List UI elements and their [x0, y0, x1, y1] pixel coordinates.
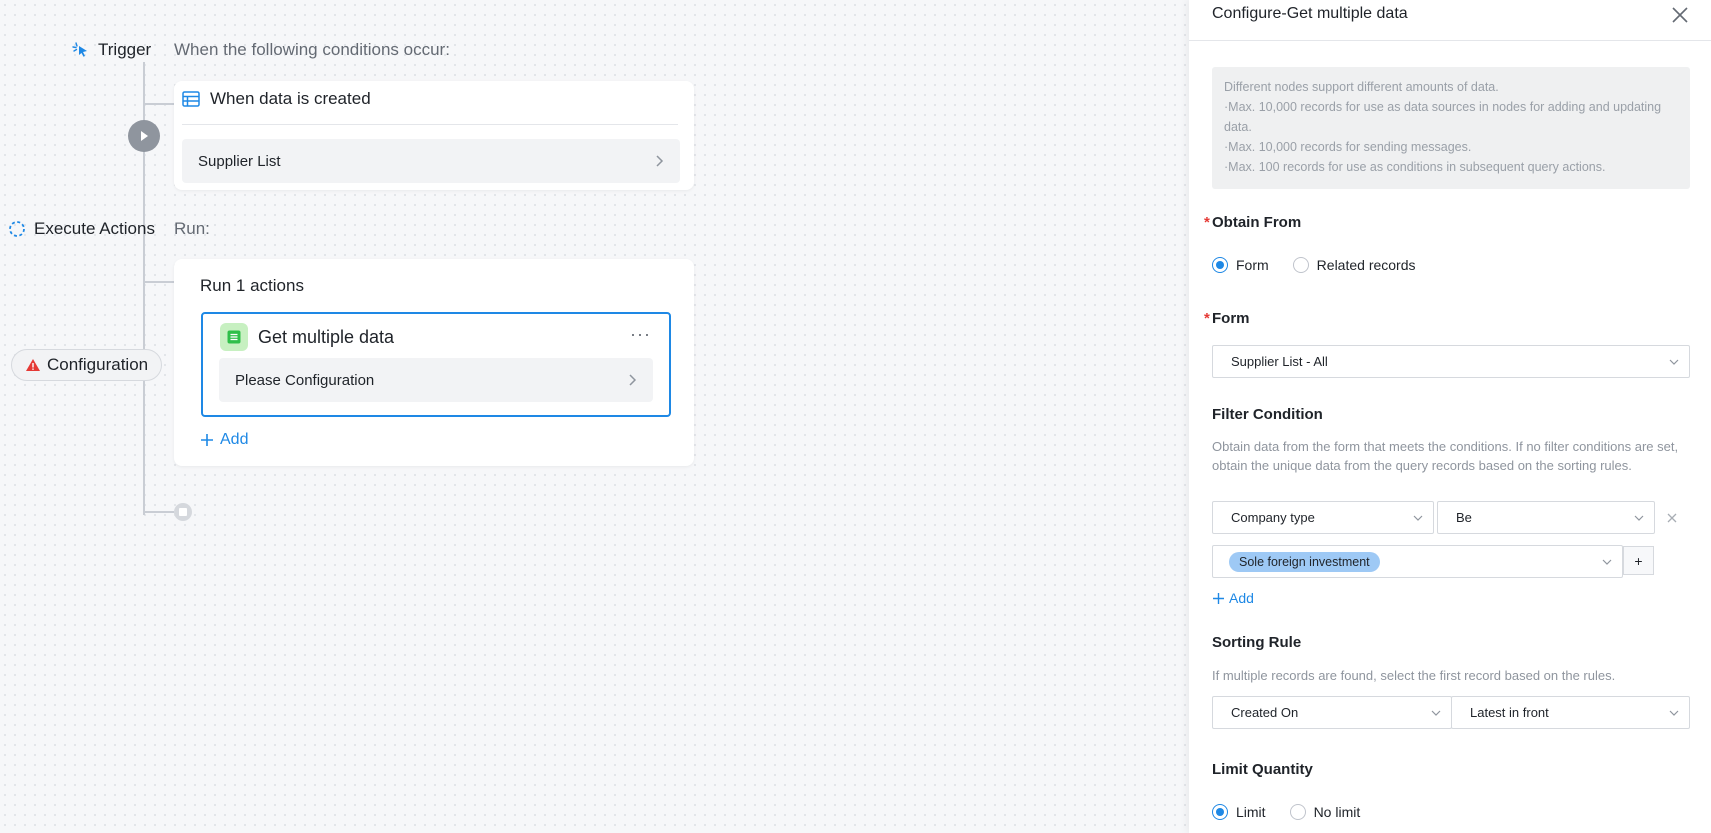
add-condition-label: Add: [1229, 590, 1254, 606]
panel-title: Configure-Get multiple data: [1212, 5, 1408, 22]
flow-connector: [143, 511, 174, 513]
chevron-down-icon: [1669, 710, 1679, 716]
plus-icon: [201, 434, 213, 446]
table-icon: [182, 91, 200, 107]
form-select-value: Supplier List: [198, 152, 281, 170]
radio-checked-icon: [1212, 804, 1228, 820]
filter-condition-description: Obtain data from the form that meets the…: [1212, 439, 1679, 473]
execute-actions-text: Execute Actions: [34, 219, 155, 238]
form-dropdown-value: Supplier List - All: [1231, 354, 1328, 369]
please-configuration-text: Please Configuration: [235, 371, 375, 389]
form-label: * Form: [1204, 310, 1250, 327]
filter-operator-dropdown[interactable]: Be: [1437, 501, 1655, 534]
radio-form-label: Form: [1236, 257, 1269, 273]
sorting-rule-label: Sorting Rule: [1212, 634, 1302, 651]
filter-field-dropdown[interactable]: Company type: [1212, 501, 1434, 534]
sort-order-value: Latest in front: [1470, 705, 1549, 720]
form-dropdown[interactable]: Supplier List - All: [1212, 345, 1690, 378]
action-item-title: Get multiple data: [258, 326, 395, 347]
obtain-from-label: * Obtain From: [1204, 214, 1302, 231]
action-card: Run 1 actions Get multiple data ··· Plea…: [174, 259, 694, 466]
sort-field-value: Created On: [1231, 705, 1299, 720]
execute-subtitle: Run:: [174, 219, 210, 238]
action-get-multiple-data[interactable]: Get multiple data ··· Please Configurati…: [201, 312, 671, 417]
info-line: ·Max. 100 records for use as conditions …: [1224, 160, 1606, 174]
trigger-card-title: When data is created: [210, 89, 371, 108]
radio-unchecked-icon: [1292, 257, 1309, 273]
radio-related-records-label: Related records: [1316, 257, 1416, 273]
configuration-warning-badge[interactable]: Configuration: [11, 349, 163, 381]
chevron-down-icon: [1413, 515, 1423, 521]
sort-order-dropdown[interactable]: Latest in front: [1451, 696, 1690, 729]
chevron-down-icon: [1602, 559, 1612, 565]
close-icon[interactable]: [1669, 4, 1691, 26]
radio-unchecked-icon: [1289, 804, 1306, 820]
add-condition-button[interactable]: Add: [1212, 590, 1254, 606]
chevron-down-icon: [1431, 710, 1441, 716]
please-configuration-select[interactable]: Please Configuration: [219, 358, 653, 402]
trigger-subtitle: When the following conditions occur:: [174, 40, 450, 59]
add-value-button[interactable]: +: [1623, 546, 1654, 575]
radio-no-limit-label: No limit: [1313, 804, 1361, 820]
filter-value-multiselect[interactable]: Sole foreign investment: [1212, 545, 1623, 578]
trigger-label: Trigger: [72, 40, 151, 60]
chevron-right-icon: [656, 155, 664, 167]
trigger-card[interactable]: When data is created Supplier List: [174, 81, 694, 190]
action-card-title: Run 1 actions: [200, 276, 304, 295]
sorting-rule-description: If multiple records are found, select th…: [1212, 668, 1616, 683]
flow-connector: [143, 103, 174, 105]
trigger-card-header: When data is created: [182, 89, 371, 109]
info-line: ·Max. 10,000 records for sending message…: [1224, 140, 1472, 154]
action-item-header: Get multiple data: [220, 323, 394, 351]
required-marker: *: [1204, 310, 1210, 327]
add-action-button[interactable]: Add: [200, 431, 248, 449]
panel-header: Configure-Get multiple data: [1189, 0, 1711, 41]
flow-canvas[interactable]: Trigger When the following conditions oc…: [0, 0, 1189, 833]
radio-checked-icon: [1212, 257, 1228, 273]
trigger-label-text: Trigger: [98, 40, 152, 59]
divider: [182, 124, 678, 125]
execute-actions-label: Execute Actions: [8, 219, 155, 239]
sort-field-dropdown[interactable]: Created On: [1212, 696, 1452, 729]
form-select[interactable]: Supplier List: [182, 139, 680, 183]
remove-condition-icon[interactable]: [1665, 511, 1679, 525]
loading-icon: [9, 221, 25, 237]
configuration-badge-text: Configuration: [47, 355, 149, 374]
radio-limit-label: Limit: [1236, 804, 1266, 820]
cursor-click-icon: [72, 42, 87, 57]
chevron-down-icon: [1669, 359, 1679, 365]
radio-no-limit[interactable]: No limit: [1289, 804, 1361, 820]
radio-form[interactable]: Form: [1212, 257, 1269, 273]
radio-related-records[interactable]: Related records: [1292, 257, 1416, 273]
info-line: ·Max. 10,000 records for use as data sou…: [1224, 100, 1665, 134]
selected-value-tag[interactable]: Sole foreign investment: [1229, 551, 1380, 572]
required-marker: *: [1204, 214, 1210, 231]
limit-radio-group: Limit No limit: [1212, 804, 1384, 820]
form-label-text: Form: [1212, 310, 1250, 327]
more-options-icon[interactable]: ···: [630, 324, 651, 345]
flow-connector: [143, 281, 174, 283]
info-line: Different nodes support different amount…: [1224, 80, 1499, 94]
chevron-down-icon: [1634, 515, 1644, 521]
end-node: [174, 503, 192, 521]
obtain-from-radio-group: Form Related records: [1212, 257, 1440, 273]
play-icon[interactable]: [128, 120, 160, 152]
limit-quantity-label: Limit Quantity: [1212, 761, 1313, 778]
filter-field-value: Company type: [1231, 510, 1315, 525]
obtain-from-label-text: Obtain From: [1212, 214, 1302, 231]
list-icon: [220, 323, 248, 351]
filter-operator-value: Be: [1456, 510, 1472, 525]
warning-icon: [26, 359, 40, 371]
add-action-label: Add: [220, 431, 249, 448]
config-panel: Configure-Get multiple data Different no…: [1189, 0, 1711, 833]
radio-limit[interactable]: Limit: [1212, 804, 1266, 820]
data-limit-info: Different nodes support different amount…: [1212, 67, 1690, 189]
chevron-right-icon: [629, 374, 637, 386]
filter-condition-label: Filter Condition: [1212, 406, 1323, 423]
plus-icon: [1213, 592, 1224, 604]
